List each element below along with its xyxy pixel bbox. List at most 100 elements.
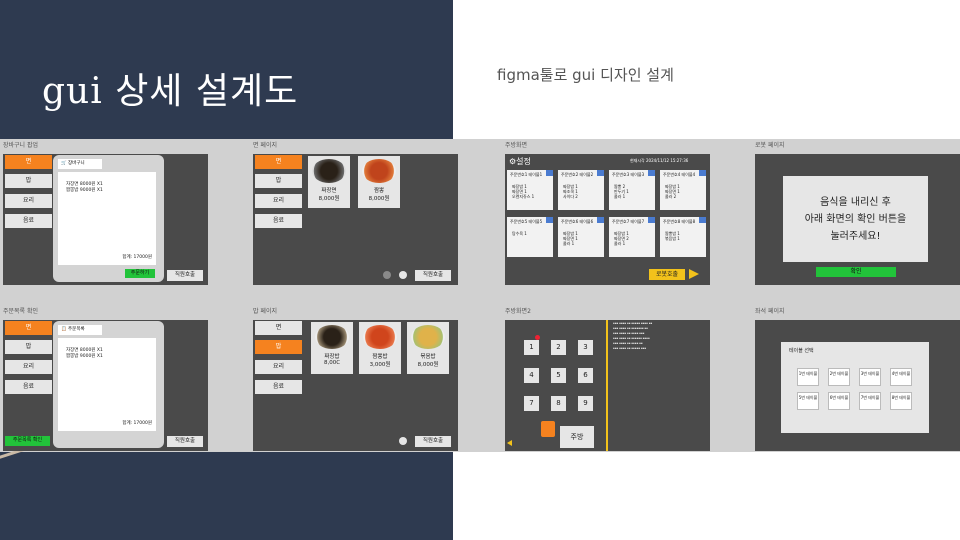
order-card-row: 사이다 2 [563,194,578,199]
category-drink[interactable]: 음료 [255,214,302,228]
category-drink[interactable]: 음료 [5,380,52,394]
table-button[interactable]: 7번 테이블 [859,392,881,410]
order-card[interactable]: 주문번호2 테이블2 짜장밥 1 짜조쿡 1 사이다 2 [558,170,604,210]
log-line: ▪▪▪ ▪▪▪▪ ▪▪ ▪▪▪▪▪ ▪▪▪ [613,347,647,350]
prev-page-icon[interactable] [383,271,391,279]
noodle-screen: 면 밥 요리 음료 짜장면 8,000원 짬뽕 8,000원 직원호출 [253,154,458,285]
category-rice[interactable]: 밥 [5,174,52,188]
staff-call-button[interactable]: 직원호출 [415,436,451,447]
popup-header-label: 장바구니 [68,161,85,166]
dish-image [363,325,397,349]
settings-heading[interactable]: ⚙설정 [509,156,531,167]
dish-card[interactable]: 짜장면 8,000원 [308,156,350,208]
order-card-close-icon[interactable] [699,170,706,176]
keypad-key[interactable]: 3 [578,340,593,355]
order-list-confirm-button[interactable]: 주문목록 확인 [5,436,50,446]
category-rice[interactable]: 밥 [255,174,302,188]
confirm-button[interactable]: 확인 [816,267,896,277]
dish-price: 8,00C [323,360,341,366]
order-card-close-icon[interactable] [699,217,706,223]
category-drink[interactable]: 음료 [255,380,302,394]
table-button[interactable]: 1번 테이블 [797,368,819,386]
order-card[interactable]: 주문번호7 테이블7 짜장밥 1 짜장면 2 콜라 1 [609,217,655,257]
slide-title: gui 상세 설계도 [42,71,299,112]
play-arrow-icon[interactable] [689,269,699,279]
robot-message-box: 음식을 내리신 후 아래 화면의 확인 버튼을 눌러주세요! [783,176,928,262]
dish-card[interactable]: 짜장밥 8,00C [311,322,353,374]
table-select-panel: 테이블 선택 1번 테이블 2번 테이블 3번 테이블 4번 테이블 5번 테이블 6번 … [781,342,929,433]
keypad-key[interactable]: 5 [551,368,566,383]
log-line: ▪▪▪ ▪▪▪▪ ▪▪ ▪▪▪▪ ▪▪▪ [613,332,645,335]
list-icon: 📋 [61,327,67,332]
order-card[interactable]: 주문번호3 테이블3 짬뽕 2 만두기 1 콜라 1 [609,170,655,210]
staff-call-button[interactable]: 직원호출 [167,270,203,281]
category-noodle[interactable]: 면 [255,155,302,169]
robot-call-button[interactable]: 로봇호출 [649,269,685,280]
robot-icon[interactable] [541,421,555,437]
order-card-title: 주문번호7 테이블7 [612,219,645,224]
dish-image [411,325,445,349]
kitchen-button[interactable]: 주방 [560,426,594,448]
order-card[interactable]: 주문번호1 테이블1 짜장밥 1 짜장면 1 오렌지쥬스 1 [507,170,553,210]
kitchen2-screen: 123 456 789 ▪▪▪ ▪▪▪▪ ▪▪ ▪▪▪▪▪ ▪▪▪▪ ▪▪ ▪▪▪ … [505,320,710,451]
keypad-key[interactable]: 2 [551,340,566,355]
log-line: ▪▪▪ ▪▪▪▪ ▪▪ ▪▪▪▪▪▪▪ ▪▪ [613,327,648,330]
keypad-key[interactable]: 9 [578,396,593,411]
order-card-row: 오렌지쥬스 1 [512,194,535,199]
order-card-close-icon[interactable] [546,170,553,176]
category-drink[interactable]: 음료 [5,214,52,228]
frame-label: 장바구니 팝업 [3,142,39,149]
category-dish[interactable]: 요리 [5,360,52,374]
next-page-icon[interactable] [399,437,407,445]
frame-rice: 밥 페이지 면 밥 요리 음료 짜장밥 8,00C 짬뽕밥 3,000원 볶음밥… [253,306,458,451]
order-card-close-icon[interactable] [597,217,604,223]
keypad-key[interactable]: 1 [524,340,539,355]
table-button[interactable]: 6번 테이블 [828,392,850,410]
table-button[interactable]: 2번 테이블 [828,368,850,386]
order-card-close-icon[interactable] [597,170,604,176]
category-dish[interactable]: 요리 [255,194,302,208]
table-button[interactable]: 5번 테이블 [797,392,819,410]
popup-header: 🛒 장바구니 [58,159,102,169]
category-dish[interactable]: 요리 [255,360,302,374]
dish-price: 3,000원 [369,362,391,368]
table-button[interactable]: 8번 테이블 [890,392,912,410]
keypad-key[interactable]: 4 [524,368,539,383]
order-button[interactable]: 주문하기 [125,269,155,278]
category-rice[interactable]: 밥 [5,340,52,354]
order-card[interactable]: 주문번호8 테이블8 짬뽕밥 1 볶음밥 1 [660,217,706,257]
table-button[interactable]: 3번 테이블 [859,368,881,386]
staff-call-button[interactable]: 직원호출 [167,436,203,447]
order-card-close-icon[interactable] [648,217,655,223]
category-noodle[interactable]: 면 [5,155,52,169]
dish-card[interactable]: 짬뽕밥 3,000원 [359,322,401,374]
frame-table: 좌석 페이지 테이블 선택 1번 테이블 2번 테이블 3번 테이블 4번 테이블 5번… [755,306,960,451]
next-page-icon[interactable] [399,271,407,279]
order-card[interactable]: 주문번호5 테이블5 탕수육 1 [507,217,553,257]
category-rice[interactable]: 밥 [255,340,302,354]
dish-card[interactable]: 볶음밥 8,000원 [407,322,449,374]
keypad-key[interactable]: 6 [578,368,593,383]
robot-message-line: 눌러주세요! [830,231,881,242]
kitchen-screen: ⚙설정 현재시각 2024/11/12 15:27:36 주문번호1 테이블1 짜… [505,154,710,285]
table-button[interactable]: 4번 테이블 [890,368,912,386]
order-card[interactable]: 주문번호4 테이블4 짜장밥 1 짜장면 1 콜라 2 [660,170,706,210]
category-noodle[interactable]: 면 [255,321,302,335]
order-list: 자장면 8000원 X1 짬뽕밥 9000원 X1 합계: 17000원 [58,338,156,431]
order-confirm-screen: 면 밥 요리 음료 📋 주문목록 자장면 8000원 X1 짬뽕밥 9000원 … [3,320,208,451]
back-arrow-icon[interactable] [507,440,512,446]
order-card-close-icon[interactable] [648,170,655,176]
order-card-close-icon[interactable] [546,217,553,223]
slide-subtitle: figma툴로 gui 디자인 설계 [497,66,674,84]
dish-card[interactable]: 짬뽕 8,000원 [358,156,400,208]
keypad-key[interactable]: 7 [524,396,539,411]
order-card[interactable]: 주문번호6 테이블6 짜장밥 1 짜장면 1 콜라 1 [558,217,604,257]
order-card-title: 주문번호2 테이블2 [561,172,594,177]
category-dish[interactable]: 요리 [5,194,52,208]
order-card-title: 주문번호3 테이블3 [612,172,645,177]
category-noodle[interactable]: 면 [5,321,52,335]
staff-call-button[interactable]: 직원호출 [415,270,451,281]
order-card-title: 주문번호4 테이블4 [663,172,696,177]
keypad-key[interactable]: 8 [551,396,566,411]
frame-label: 주방화면 [505,142,528,149]
